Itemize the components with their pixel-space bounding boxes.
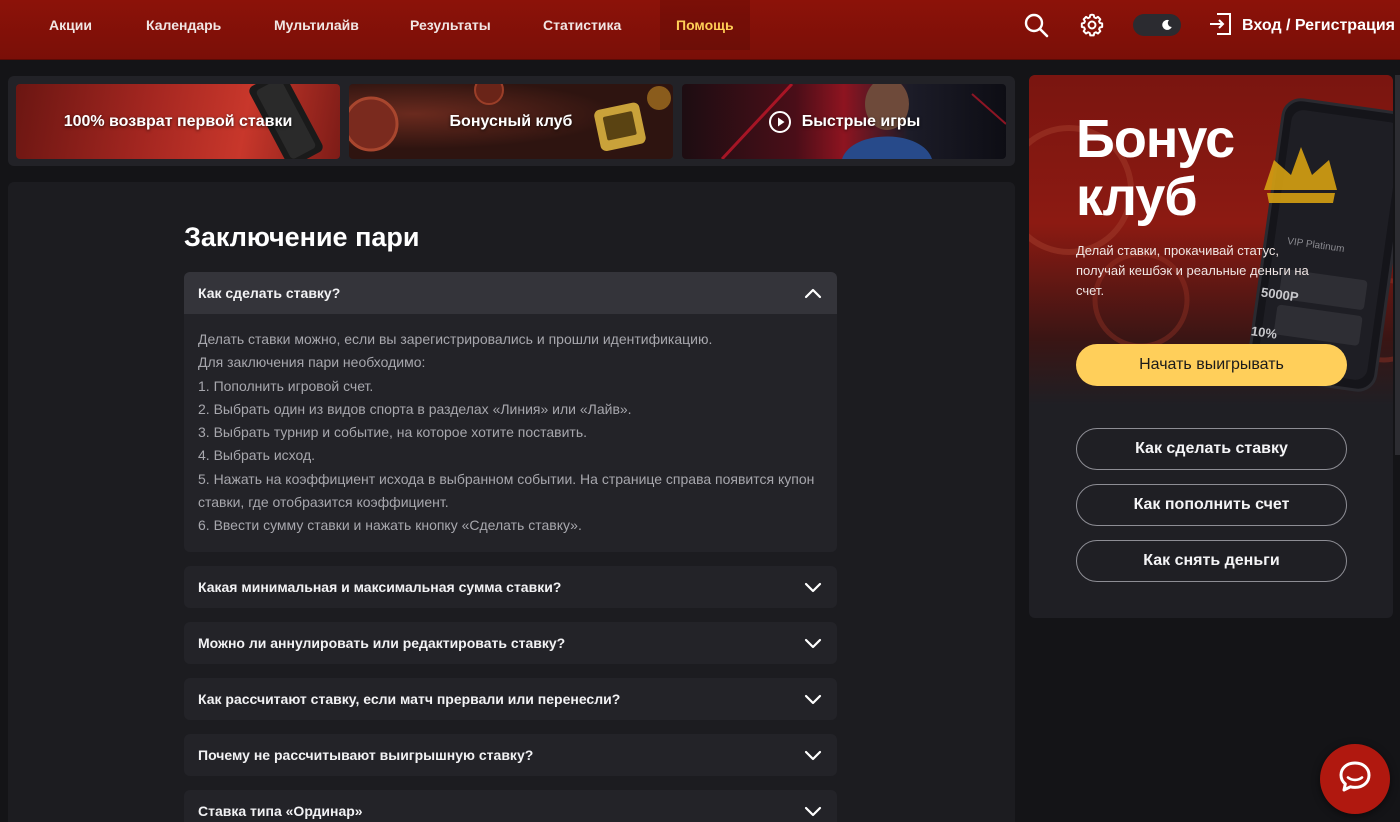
promo-label: Быстрые игры	[801, 112, 921, 130]
page-title: Заключение пари	[184, 222, 420, 252]
nav-item-help[interactable]: Помощь	[660, 0, 750, 50]
promo-fast-games[interactable]: Быстрые игры	[682, 84, 1006, 159]
answer-line: 4. Выбрать исход.	[198, 447, 316, 464]
faq-question-toggle[interactable]: Как рассчитают ставку, если матч прервал…	[184, 678, 837, 720]
faq-answer: Делать ставки можно, если вы зарегистрир…	[184, 314, 837, 554]
faq-item: Как рассчитают ставку, если матч прервал…	[184, 678, 837, 720]
answer-line: 5. Нажать на коэффициент исхода в выбран…	[198, 470, 815, 511]
answer-line: 2. Выбрать один из видов спорта в раздел…	[198, 400, 632, 417]
nav-item-statistics[interactable]: Статистика	[543, 0, 621, 50]
faq-question-toggle[interactable]: Ставка типа «Ординар»	[184, 790, 837, 822]
how-to-withdraw-link[interactable]: Как снять деньги	[1076, 540, 1347, 582]
faq-question: Ставка типа «Ординар»	[198, 803, 363, 819]
moon-icon	[1159, 17, 1175, 33]
nav-item-promotions[interactable]: Акции	[49, 0, 92, 50]
gear-icon[interactable]	[1078, 11, 1106, 39]
promo-first-bet-refund[interactable]: 100% возврат первой ставки	[16, 84, 340, 159]
chevron-up-icon	[803, 283, 823, 303]
chat-bubble-icon	[1337, 759, 1373, 800]
faq-question-toggle[interactable]: Какая минимальная и максимальная сумма с…	[184, 566, 837, 608]
chevron-down-icon	[803, 633, 823, 653]
faq-item: Ставка типа «Ординар»	[184, 790, 837, 822]
login-label: Вход / Регистрация	[1242, 17, 1395, 34]
answer-line: 1. Пополнить игровой счет.	[198, 377, 374, 394]
theme-toggle[interactable]	[1133, 14, 1181, 36]
login-register-button[interactable]: Вход / Регистрация	[1208, 12, 1395, 40]
play-circle-icon	[768, 110, 791, 133]
bonus-title-line: клуб	[1076, 167, 1198, 227]
top-navigation-bar: Акции Календарь Мультилайв Результаты Ст…	[0, 0, 1400, 60]
bonus-club-description: Делай ставки, прокачивай статус, получай…	[1076, 243, 1309, 298]
login-icon	[1208, 11, 1234, 42]
answer-line: Делать ставки можно, если вы зарегистрир…	[198, 331, 713, 347]
faq-question-toggle[interactable]: Почему не рассчитывают выигрышную ставку…	[184, 734, 837, 776]
promo-strip: 100% возврат первой ставки Бонусный клуб…	[8, 76, 1015, 166]
faq-question: Какая минимальная и максимальная сумма с…	[198, 579, 562, 595]
faq-question: Можно ли аннулировать или редактировать …	[198, 635, 566, 651]
nav-item-calendar[interactable]: Календарь	[146, 0, 221, 50]
faq-question-toggle[interactable]: Можно ли аннулировать или редактировать …	[184, 622, 837, 664]
promo-label: Бонусный клуб	[449, 112, 573, 130]
faq-question: Как рассчитают ставку, если матч прервал…	[198, 691, 621, 707]
bonus-title-line: Бонус	[1076, 109, 1235, 169]
answer-line: 3. Выбрать турнир и событие, на которое …	[198, 424, 588, 441]
promo-bonus-club[interactable]: Бонусный клуб	[349, 84, 673, 159]
faq-question: Почему не рассчитывают выигрышную ставку…	[198, 747, 534, 763]
how-to-bet-link[interactable]: Как сделать ставку	[1076, 428, 1347, 470]
chat-button[interactable]	[1320, 744, 1390, 814]
chevron-down-icon	[803, 689, 823, 709]
chevron-down-icon	[803, 745, 823, 765]
answer-line: Для заключения пари необходимо:	[198, 354, 426, 371]
chevron-down-icon	[803, 801, 823, 821]
scrollbar[interactable]	[1395, 75, 1400, 455]
answer-line: 6. Ввести сумму ставки и нажать кнопку «…	[198, 517, 582, 534]
faq-item: Как сделать ставку? Делать ставки можно,…	[184, 272, 837, 552]
nav-item-results[interactable]: Результаты	[410, 0, 491, 50]
faq-item: Почему не рассчитывают выигрышную ставку…	[184, 734, 837, 776]
faq-item: Какая минимальная и максимальная сумма с…	[184, 566, 837, 608]
nav-item-multilive[interactable]: Мультилайв	[274, 0, 359, 50]
chevron-down-icon	[803, 577, 823, 597]
how-to-deposit-link[interactable]: Как пополнить счет	[1076, 484, 1347, 526]
start-winning-button[interactable]: Начать выигрывать	[1076, 344, 1347, 386]
promo-label: 100% возврат первой ставки	[63, 112, 293, 130]
faq-question-toggle[interactable]: Как сделать ставку?	[184, 272, 837, 314]
faq-item: Можно ли аннулировать или редактировать …	[184, 622, 837, 664]
faq-question: Как сделать ставку?	[198, 285, 341, 301]
search-icon[interactable]	[1022, 11, 1050, 39]
bonus-club-title: Бонус клуб	[1076, 110, 1276, 226]
